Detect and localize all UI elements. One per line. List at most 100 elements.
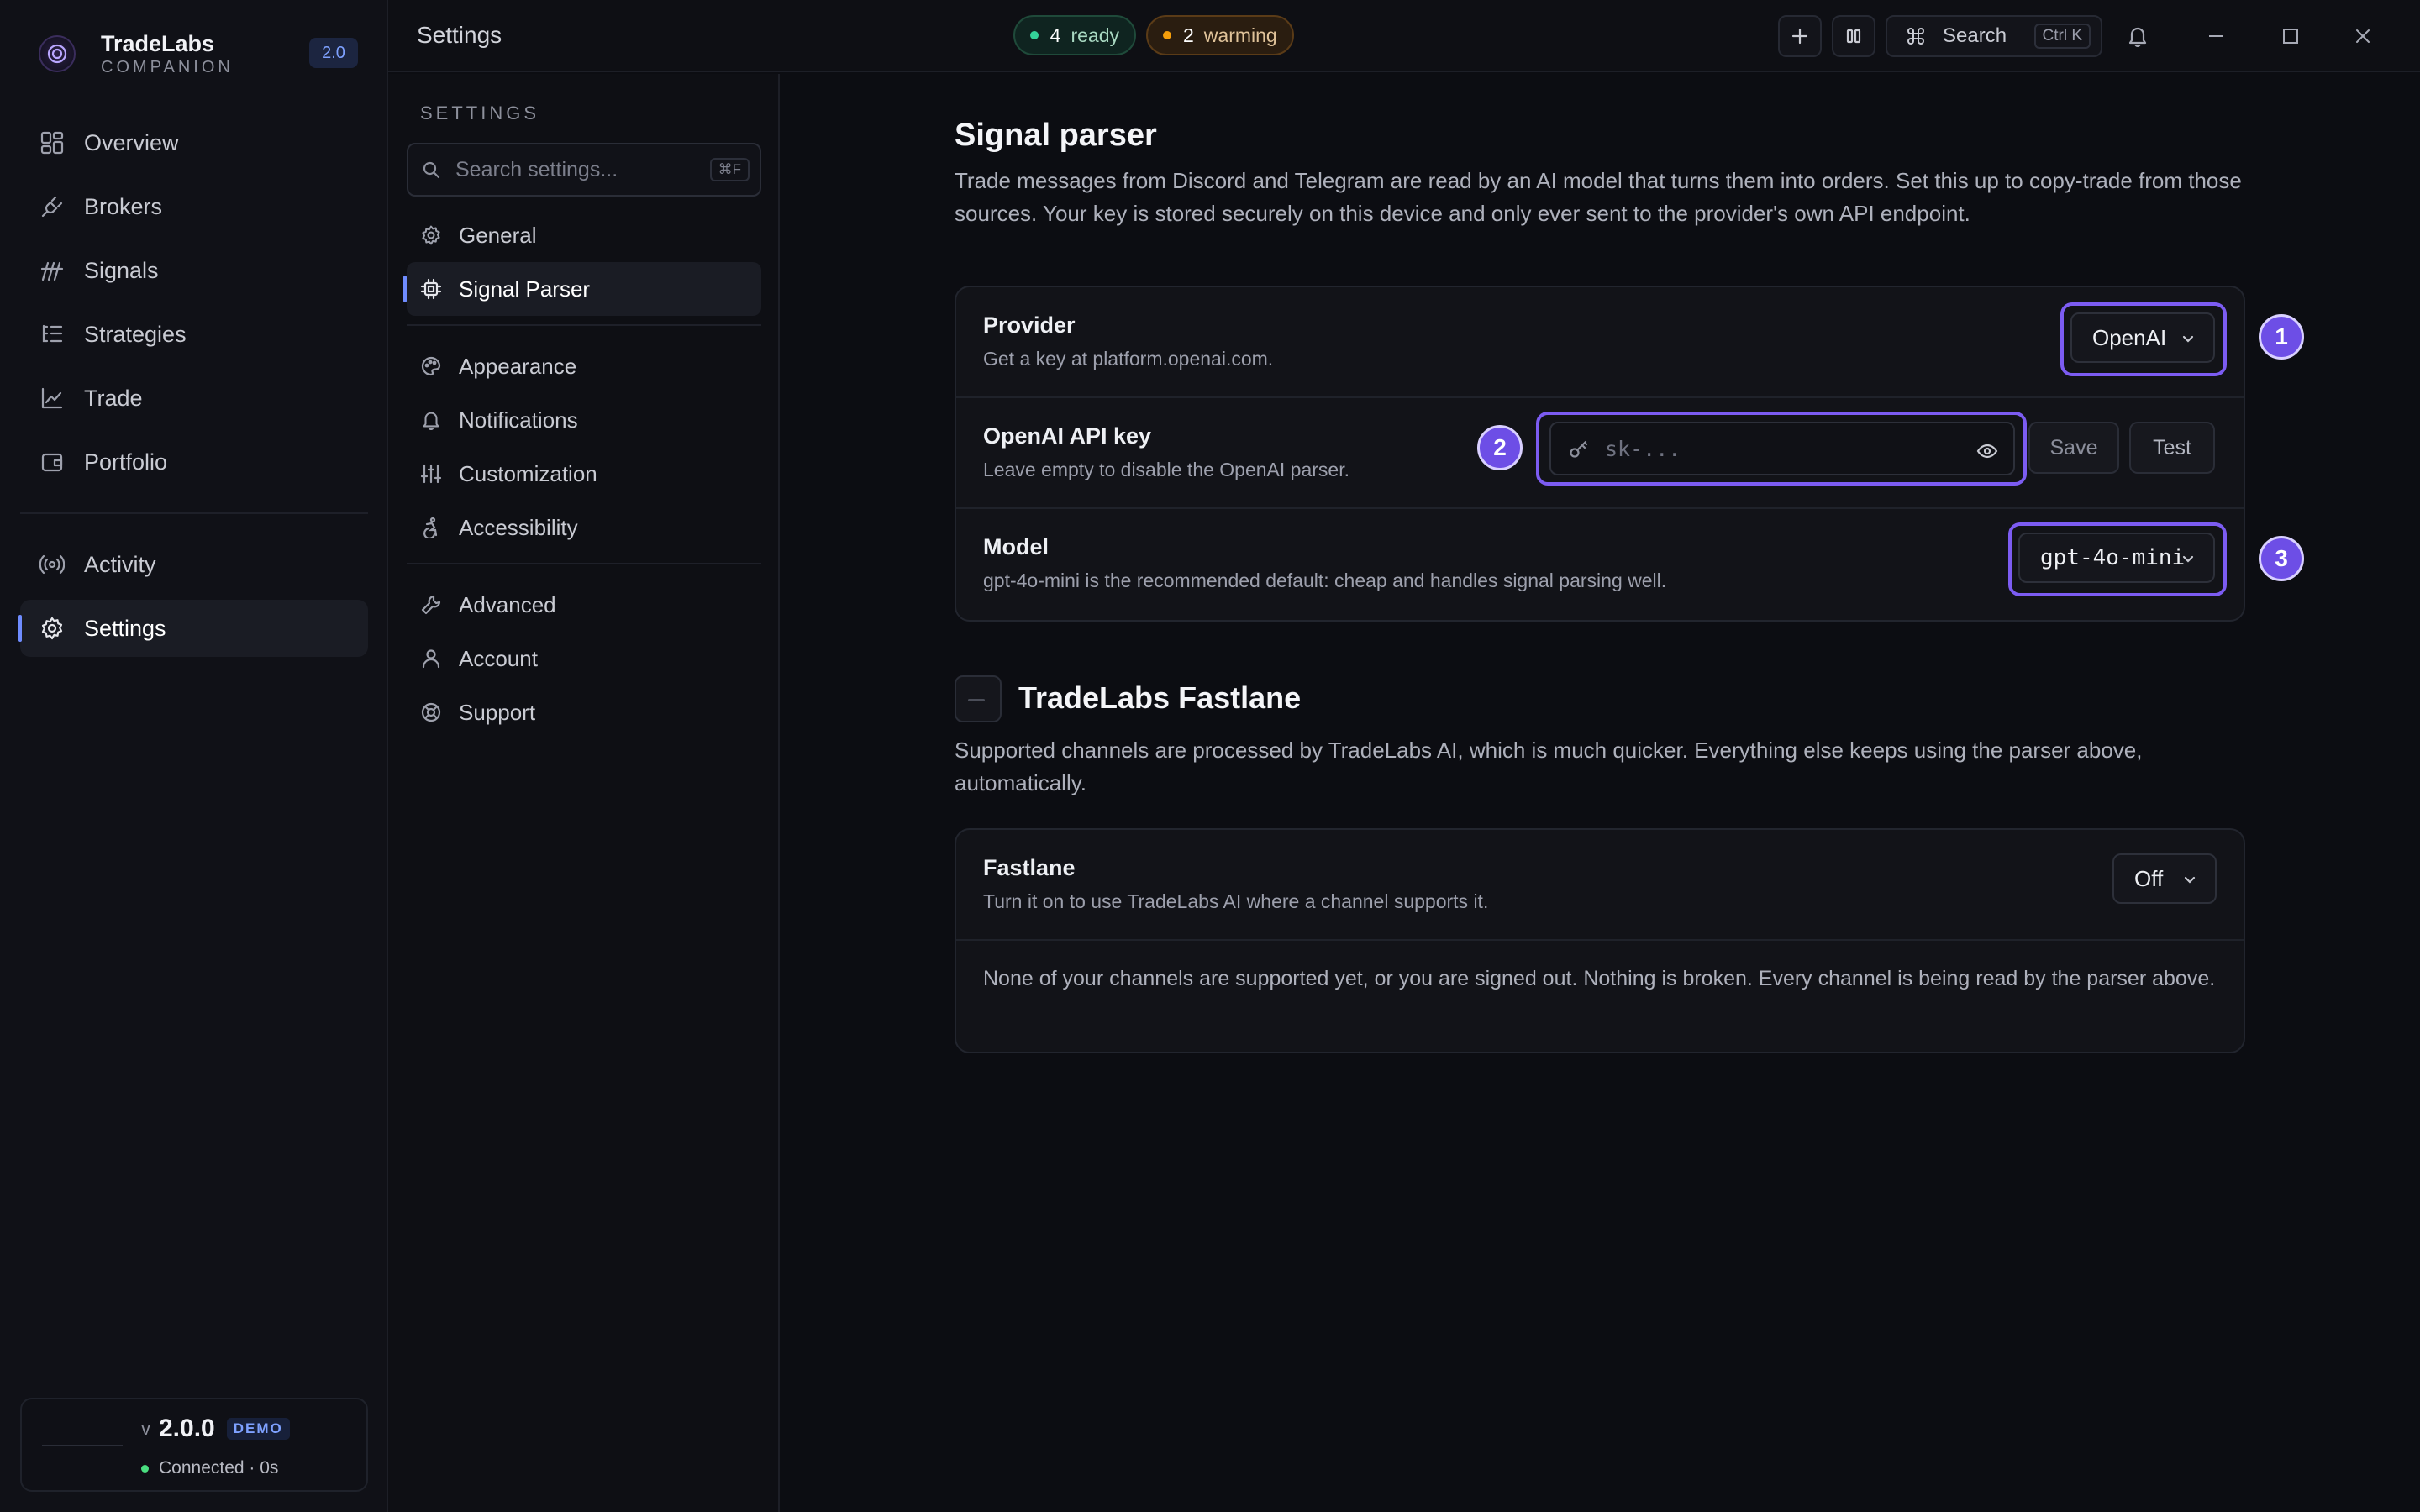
settings-divider (407, 563, 761, 564)
sidebar-item-label: Settings (84, 615, 166, 641)
settings-search-placeholder: Search settings... (455, 157, 618, 181)
settings-item-notifications[interactable]: Notifications (407, 393, 761, 447)
provider-select[interactable]: OpenAI (2070, 312, 2215, 363)
ready-status-pill[interactable]: 4 ready (1013, 15, 1136, 55)
sidebar-item-label: Signals (84, 257, 159, 283)
section-description: Trade messages from Discord and Telegram… (955, 168, 2242, 226)
warming-count: 2 (1183, 24, 1194, 46)
command-search-button[interactable]: Search Ctrl K (1886, 15, 2102, 57)
search-icon (422, 160, 440, 179)
api-key-placeholder: sk-... (1605, 436, 1681, 461)
provider-value: OpenAI (2092, 324, 2167, 350)
maximize-icon (2281, 27, 2300, 45)
sidebar-item-brokers[interactable]: Brokers (20, 178, 368, 235)
sidebar-item-activity[interactable]: Activity (20, 536, 368, 593)
settings-item-label: Account (459, 645, 538, 671)
fastlane-row-subtitle: Turn it on to use TradeLabs AI where a c… (983, 890, 1489, 912)
chip-icon (418, 276, 444, 302)
ready-count: 4 (1050, 24, 1061, 46)
plug-icon (37, 192, 67, 222)
settings-item-appearance[interactable]: Appearance (407, 339, 761, 393)
palette-icon (418, 354, 444, 379)
warming-status-pill[interactable]: 2 warming (1146, 15, 1294, 55)
sidebar-item-label: Brokers (84, 193, 163, 219)
signal-parser-card: Provider Get a key at platform.openai.co… (955, 286, 2304, 622)
sidebar-item-label: Strategies (84, 321, 187, 347)
sidebar-divider (20, 512, 368, 514)
add-button[interactable] (1778, 15, 1822, 57)
lifebuoy-icon (418, 700, 444, 725)
notifications-button[interactable] (2122, 20, 2154, 52)
user-icon (418, 646, 444, 671)
sidebar-item-settings[interactable]: Settings (18, 600, 368, 657)
sidebar-item-strategies[interactable]: Strategies (20, 306, 368, 363)
api-key-row: OpenAI API key Leave empty to disable th… (956, 398, 2244, 509)
close-icon (2354, 27, 2372, 45)
signal-icon (37, 255, 67, 286)
grid-icon (37, 128, 67, 158)
test-key-button[interactable]: Test (2129, 422, 2215, 474)
fastlane-row: Fastlane Turn it on to use TradeLabs AI … (956, 830, 2244, 941)
sidebar-item-label: Trade (84, 385, 143, 411)
provider-subtitle: Get a key at platform.openai.com. (983, 348, 1274, 370)
sidebar-item-label: Activity (84, 551, 156, 577)
close-window-button[interactable] (2347, 20, 2379, 52)
search-label: Search (1943, 24, 2007, 47)
chart-line-icon (37, 383, 67, 413)
annotation-marker-2: 2 (1477, 425, 1523, 470)
chevron-down-icon (2180, 551, 2196, 568)
plus-icon (1791, 27, 1809, 45)
provider-row: Provider Get a key at platform.openai.co… (956, 287, 2304, 398)
api-key-input[interactable]: sk-... (1549, 422, 2015, 475)
settings-divider (407, 324, 761, 326)
settings-item-customization[interactable]: Customization (407, 447, 761, 501)
fastlane-notice-row: None of your channels are supported yet,… (956, 941, 2244, 1053)
model-row: Model gpt-4o-mini is the recommended def… (956, 509, 2304, 620)
settings-search-input[interactable]: Search settings... ⌘F (407, 143, 761, 197)
sidebar-item-signals[interactable]: Signals (20, 242, 368, 299)
brand[interactable]: TradeLabs COMPANION (39, 30, 234, 77)
warming-dot-icon (1163, 31, 1171, 39)
gear-icon (418, 223, 444, 248)
settings-item-label: Signal Parser (459, 276, 591, 302)
minimize-button[interactable] (2200, 20, 2232, 52)
section-title: Signal parser (955, 118, 1157, 153)
settings-item-support[interactable]: Support (407, 685, 761, 739)
wallet-icon (37, 447, 67, 477)
settings-item-label: Notifications (459, 407, 578, 433)
settings-item-general[interactable]: General (407, 208, 761, 262)
fastlane-notice: None of your channels are supported yet,… (983, 967, 2216, 990)
fastlane-select[interactable]: Off (2112, 853, 2217, 904)
sidebar-item-portfolio[interactable]: Portfolio (20, 433, 368, 491)
fastlane-title: TradeLabs Fastlane (1018, 680, 1302, 715)
settings-item-label: Appearance (459, 353, 577, 379)
chevron-down-icon (2180, 331, 2196, 348)
show-key-icon[interactable] (1976, 440, 1998, 462)
settings-item-account[interactable]: Account (407, 632, 761, 685)
model-select[interactable]: gpt-4o-mini (2018, 533, 2215, 583)
settings-item-advanced[interactable]: Advanced (407, 578, 761, 632)
maximize-button[interactable] (2275, 20, 2307, 52)
fastlane-value: Off (2134, 865, 2164, 891)
pause-button[interactable] (1832, 15, 1876, 57)
settings-item-signal-parser[interactable]: Signal Parser (403, 262, 761, 316)
sliders-icon (418, 461, 444, 486)
save-key-button[interactable]: Save (2028, 422, 2119, 474)
minimize-icon (2207, 27, 2225, 45)
provider-title: Provider (983, 312, 1076, 338)
model-title: Model (983, 534, 1049, 559)
settings-nav: General Signal Parser Appearance Notific… (403, 208, 761, 739)
top-bar: Settings 4 ready 2 warming Search Ctrl K (388, 0, 2420, 72)
chevron-down-icon (2181, 872, 2198, 889)
sidebar-item-trade[interactable]: Trade (20, 370, 368, 427)
settings-item-accessibility[interactable]: Accessibility (407, 501, 761, 554)
wrench-icon (418, 592, 444, 617)
sidebar-item-label: Portfolio (84, 449, 168, 475)
key-icon (1568, 438, 1590, 459)
settings-item-label: Support (459, 699, 536, 725)
connection-status-card[interactable]: v 2.0.0 DEMO Connected · 0s (20, 1398, 368, 1492)
settings-item-label: Accessibility (459, 514, 578, 540)
sidebar-item-overview[interactable]: Overview (20, 114, 368, 171)
fastlane-row-title: Fastlane (983, 855, 1076, 880)
main-nav: Overview Brokers Signals Strategies Trad… (18, 114, 368, 657)
